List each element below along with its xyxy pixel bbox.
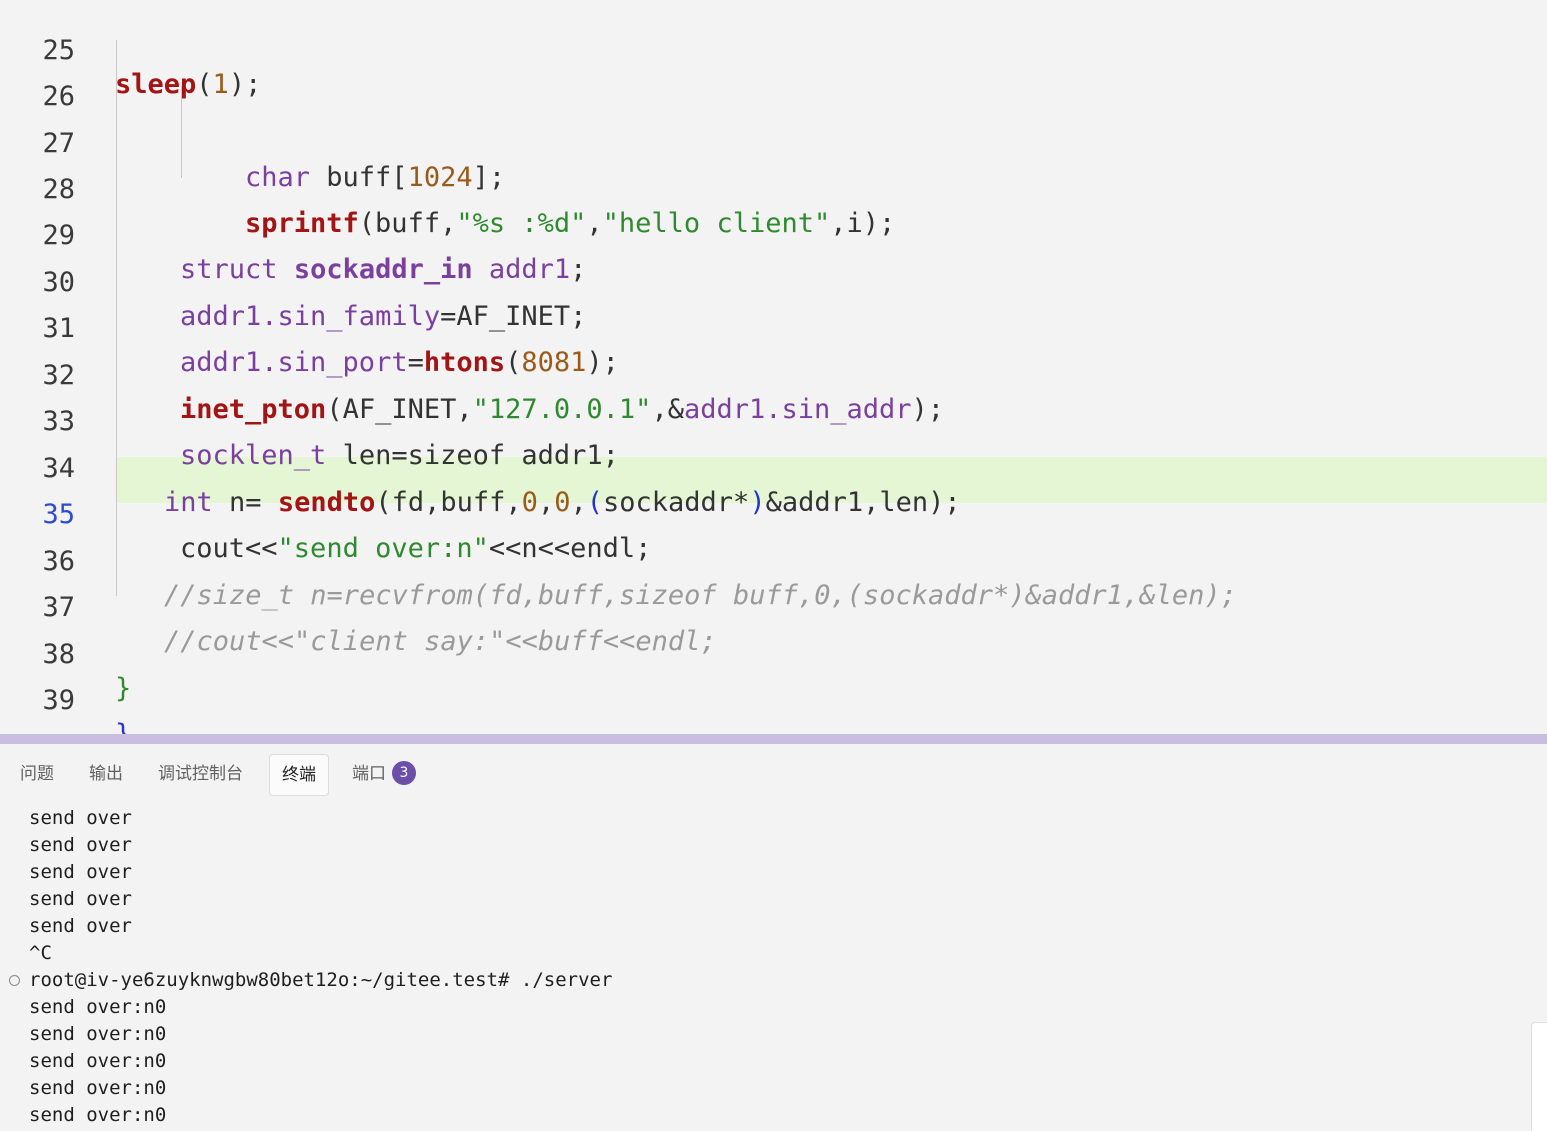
panel-resize-sash[interactable] [0,734,1547,744]
panel-tab-bar: 问题 输出 调试控制台 终端 端口 3 [0,754,1547,796]
tab-label: 问题 [20,764,54,784]
code-line[interactable]: 25 sleep(1); [0,0,1547,100]
terminal-prompt-line: root@iv-ye6zuyknwgbw80bet12o:~/gitee.tes… [29,969,613,991]
line-content[interactable]: } [115,718,131,734]
terminal-line: send over [29,915,132,937]
tab-label: 输出 [89,764,123,784]
code-line[interactable]: 27 char buff[1024]; [0,93,1547,193]
line-number: 39 [42,685,75,716]
command-decoration-icon[interactable] [9,975,20,986]
terminal-scrollbar-thumb[interactable] [1531,1022,1547,1131]
tab-output[interactable]: 输出 [77,754,135,794]
code-line[interactable]: 36 //size_t n=recvfrom(fd,buff,sizeof bu… [0,511,1547,611]
code-line[interactable]: 31 addr1.sin_port=htons(8081); [0,278,1547,378]
code-line[interactable]: 39 } [0,650,1547,734]
ports-count-badge: 3 [392,761,416,785]
terminal-line: send over [29,807,132,829]
tab-label: 终端 [282,765,316,785]
tab-ports[interactable]: 端口 3 [340,754,428,794]
code-line[interactable]: 26 [0,46,1547,112]
code-line[interactable]: 32 inet_pton(AF_INET,"127.0.0.1",&addr1.… [0,325,1547,425]
tab-terminal[interactable]: 终端 [269,754,329,796]
bottom-panel: 问题 输出 调试控制台 终端 端口 3 send over send over s… [0,744,1547,1131]
code-line[interactable]: 28 sprintf(buff,"%s :%d","hello client",… [0,139,1547,239]
terminal-line: send over [29,861,132,883]
code-line[interactable]: 33 socklen_t len=sizeof addr1; [0,371,1547,471]
code-line[interactable]: 34 int n= sendto(fd,buff,0,0,(sockaddr*)… [0,418,1547,518]
terminal-line: send over [29,834,132,856]
terminal-line: send over [29,888,132,910]
terminal-line: send over:n0 [29,1077,167,1099]
tab-label: 调试控制台 [158,764,243,784]
code-editor[interactable]: 25 sleep(1); 26 27 char buff[1024]; 28 s… [0,0,1547,734]
code-line[interactable]: 30 addr1.sin_family=AF_INET; [0,232,1547,332]
code-line[interactable]: 29 struct sockaddr_in addr1; [0,185,1547,285]
code-line[interactable]: 38 } [0,604,1547,704]
terminal-line: send over:n0 [29,1104,167,1126]
terminal-line: send over:n0 [29,996,167,1018]
terminal-line: send over:n0 [29,1023,167,1045]
tab-debug-console[interactable]: 调试控制台 [146,754,255,794]
terminal-line: ^C [29,942,52,964]
code-line-current[interactable]: 35 cout<<"send over:n"<<n<<endl; [0,464,1547,564]
tab-problems[interactable]: 问题 [8,754,66,794]
tab-label: 端口 [352,764,386,784]
code-line[interactable]: 37 //cout<<"client say:"<<buff<<endl; [0,557,1547,657]
terminal-line: send over:n0 [29,1050,167,1072]
terminal-output[interactable]: send over send over send over send over … [0,804,1547,1131]
